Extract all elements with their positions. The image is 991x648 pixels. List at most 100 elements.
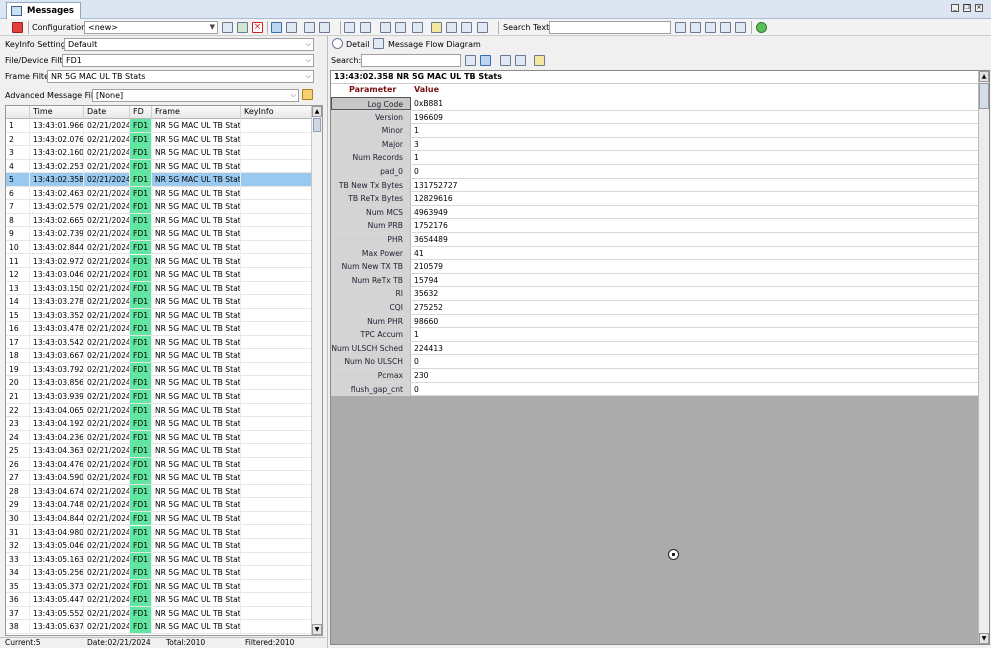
column-header-frame[interactable]: Frame: [152, 106, 241, 119]
font-icon[interactable]: [395, 22, 406, 33]
table-row[interactable]: 15 13:43:03.352 02/21/2024 FD1 NR 5G MAC UL …: [6, 308, 312, 323]
grid-scrollbar[interactable]: ▲ ▼: [311, 106, 322, 635]
table-row[interactable]: 22 13:43:04.065 02/21/2024 FD1 NR 5G MAC UL …: [6, 403, 312, 418]
search-text-input[interactable]: [549, 21, 671, 34]
table-row[interactable]: 26 13:43:04.476 02/21/2024 FD1 NR 5G MAC UL …: [6, 457, 312, 472]
scroll-thumb[interactable]: [313, 118, 321, 132]
paste-icon[interactable]: [461, 22, 472, 33]
column-header-index[interactable]: [6, 106, 30, 119]
parameter-row[interactable]: Num New TX TB 210579: [331, 260, 979, 274]
run-icon[interactable]: [756, 22, 767, 33]
table-row[interactable]: 11 13:43:02.972 02/21/2024 FD1 NR 5G MAC UL …: [6, 254, 312, 268]
tab-detail[interactable]: Detail: [346, 39, 370, 50]
scroll-up-icon[interactable]: ▲: [979, 71, 989, 82]
parameter-row[interactable]: Num ULSCH Sched 224413: [331, 341, 979, 356]
export-icon[interactable]: [237, 22, 248, 33]
device-filter-select[interactable]: FD1 ⌵: [62, 54, 314, 67]
restore-icon[interactable]: ❐: [963, 4, 971, 12]
add-red-icon[interactable]: [12, 22, 23, 33]
tree-icon[interactable]: [286, 22, 297, 33]
table-row[interactable]: 2 13:43:02.076 02/21/2024 FD1 NR 5G MAC UL T…: [6, 132, 312, 147]
copy-icon[interactable]: [446, 22, 457, 33]
table-row[interactable]: 4 13:43:02.253 02/21/2024 FD1 NR 5G MAC UL T…: [6, 159, 312, 174]
parameter-row[interactable]: Num ReTx TB 15794: [331, 273, 979, 288]
filter-cancel-icon[interactable]: [735, 22, 746, 33]
column-header-time[interactable]: Time: [30, 106, 84, 119]
table-row[interactable]: 19 13:43:03.792 02/21/2024 FD1 NR 5G MAC UL …: [6, 362, 312, 377]
search-prev-icon[interactable]: [690, 22, 701, 33]
table-row[interactable]: 3 13:43:02.160 02/21/2024 FD1 NR 5G MAC UL T…: [6, 146, 312, 160]
filter-icon[interactable]: [319, 22, 330, 33]
close-icon[interactable]: ×: [975, 4, 983, 12]
keyinfo-icon[interactable]: [304, 22, 315, 33]
table-row[interactable]: 14 13:43:03.278 02/21/2024 FD1 NR 5G MAC UL …: [6, 295, 312, 309]
columns-icon[interactable]: [412, 22, 423, 33]
view-icon[interactable]: [480, 55, 491, 66]
print-icon[interactable]: [477, 22, 488, 33]
advanced-filter-select[interactable]: [None] ⌵: [92, 89, 299, 102]
minimize-icon[interactable]: _: [951, 4, 959, 12]
table-row[interactable]: 21 13:43:03.939 02/21/2024 FD1 NR 5G MAC UL …: [6, 390, 312, 404]
table-row[interactable]: 29 13:43:04.748 02/21/2024 FD1 NR 5G MAC UL …: [6, 498, 312, 512]
column-header-keyinfo[interactable]: KeyInfo: [241, 106, 312, 119]
scroll-thumb[interactable]: [979, 83, 989, 109]
table-row[interactable]: 17 13:43:03.542 02/21/2024 FD1 NR 5G MAC UL …: [6, 335, 312, 350]
table-row[interactable]: 5 13:43:02.358 02/21/2024 FD1 NR 5G MAC UL T…: [6, 173, 312, 187]
parameter-row[interactable]: Major 3: [331, 137, 979, 152]
detail-search-input[interactable]: [361, 54, 461, 67]
parameter-row[interactable]: CQI 275252: [331, 301, 979, 315]
table-row[interactable]: 13 13:43:03.150 02/21/2024 FD1 NR 5G MAC UL …: [6, 281, 312, 296]
parameter-row[interactable]: Max Power 41: [331, 246, 979, 261]
sort-icon[interactable]: [380, 22, 391, 33]
highlight-icon[interactable]: [534, 55, 545, 66]
search-find-icon[interactable]: [465, 55, 476, 66]
parameter-row[interactable]: Num MCS 4963949: [331, 205, 979, 220]
detail-scrollbar[interactable]: ▲ ▼: [978, 71, 989, 644]
table-row[interactable]: 7 13:43:02.579 02/21/2024 FD1 NR 5G MAC UL T…: [6, 200, 312, 214]
table-row[interactable]: 38 13:43:05.637 02/21/2024 FD1 NR 5G MAC UL …: [6, 620, 312, 634]
parameter-row[interactable]: TPC Accum 1: [331, 328, 979, 342]
export-detail-icon[interactable]: [515, 55, 526, 66]
parameter-row[interactable]: PHR 3654489: [331, 233, 979, 247]
table-row[interactable]: 25 13:43:04.363 02/21/2024 FD1 NR 5G MAC UL …: [6, 444, 312, 458]
parameter-row[interactable]: TB ReTx Bytes 12829616: [331, 192, 979, 206]
table-row[interactable]: 28 13:43:04.674 02/21/2024 FD1 NR 5G MAC UL …: [6, 484, 312, 499]
parameter-row[interactable]: Num No ULSCH Sched0: [331, 355, 979, 379]
table-row[interactable]: 27 13:43:04.590 02/21/2024 FD1 NR 5G MAC UL …: [6, 471, 312, 485]
parameter-row[interactable]: Log Code 0xB881: [331, 97, 979, 111]
parameter-row[interactable]: TB New Tx Bytes 131752727: [331, 178, 979, 193]
parameter-row[interactable]: Minor 1: [331, 124, 979, 138]
parameter-row[interactable]: Num PRB 1752176: [331, 219, 979, 233]
table-row[interactable]: 32 13:43:05.046 02/21/2024 FD1 NR 5G MAC UL …: [6, 539, 312, 553]
table-row[interactable]: 37 13:43:05.552 02/21/2024 FD1 NR 5G MAC UL …: [6, 606, 312, 621]
search-next-icon[interactable]: [675, 22, 686, 33]
table-row[interactable]: 30 13:43:04.844 02/21/2024 FD1 NR 5G MAC UL …: [6, 511, 312, 526]
table-row[interactable]: 10 13:43:02.844 02/21/2024 FD1 NR 5G MAC UL …: [6, 240, 312, 255]
scroll-down-icon[interactable]: ▼: [312, 624, 322, 635]
filter-clear-icon[interactable]: [720, 22, 731, 33]
parameter-row[interactable]: Pcmax 230: [331, 369, 979, 383]
edit-filter-icon[interactable]: [302, 89, 313, 100]
table-row[interactable]: 31 13:43:04.980 02/21/2024 FD1 NR 5G MAC UL …: [6, 525, 312, 539]
parameter-row[interactable]: Num Records 1: [331, 151, 979, 165]
save-icon[interactable]: [222, 22, 233, 33]
edit-icon[interactable]: [431, 22, 442, 33]
table-row[interactable]: 12 13:43:03.046 02/21/2024 FD1 NR 5G MAC UL …: [6, 268, 312, 282]
table-row[interactable]: 36 13:43:05.447 02/21/2024 FD1 NR 5G MAC UL …: [6, 593, 312, 607]
scroll-down-icon[interactable]: ▼: [979, 633, 989, 644]
scroll-up-icon[interactable]: ▲: [312, 106, 322, 117]
column-header-fd[interactable]: FD: [130, 106, 152, 119]
table-row[interactable]: 18 13:43:03.667 02/21/2024 FD1 NR 5G MAC UL …: [6, 349, 312, 363]
layout-icon[interactable]: [271, 22, 282, 33]
frame-filter-select[interactable]: NR 5G MAC UL TB Stats ⌵: [47, 70, 314, 83]
tab-message-flow[interactable]: Message Flow Diagram: [388, 39, 481, 50]
column-header-date[interactable]: Date: [84, 106, 130, 119]
table-row[interactable]: 1 13:43:01.966 02/21/2024 FD1 NR 5G MAC UL T…: [6, 119, 312, 133]
keyinfo-settings-select[interactable]: Default ⌵: [64, 38, 314, 51]
parameter-row[interactable]: Version 196609: [331, 110, 979, 125]
find-icon[interactable]: [360, 22, 371, 33]
table-row[interactable]: 20 13:43:03.856 02/21/2024 FD1 NR 5G MAC UL …: [6, 376, 312, 390]
parameter-row[interactable]: RI 35632: [331, 287, 979, 301]
table-row[interactable]: 6 13:43:02.463 02/21/2024 FD1 NR 5G MAC UL T…: [6, 186, 312, 201]
messages-tab[interactable]: Messages: [6, 2, 81, 19]
